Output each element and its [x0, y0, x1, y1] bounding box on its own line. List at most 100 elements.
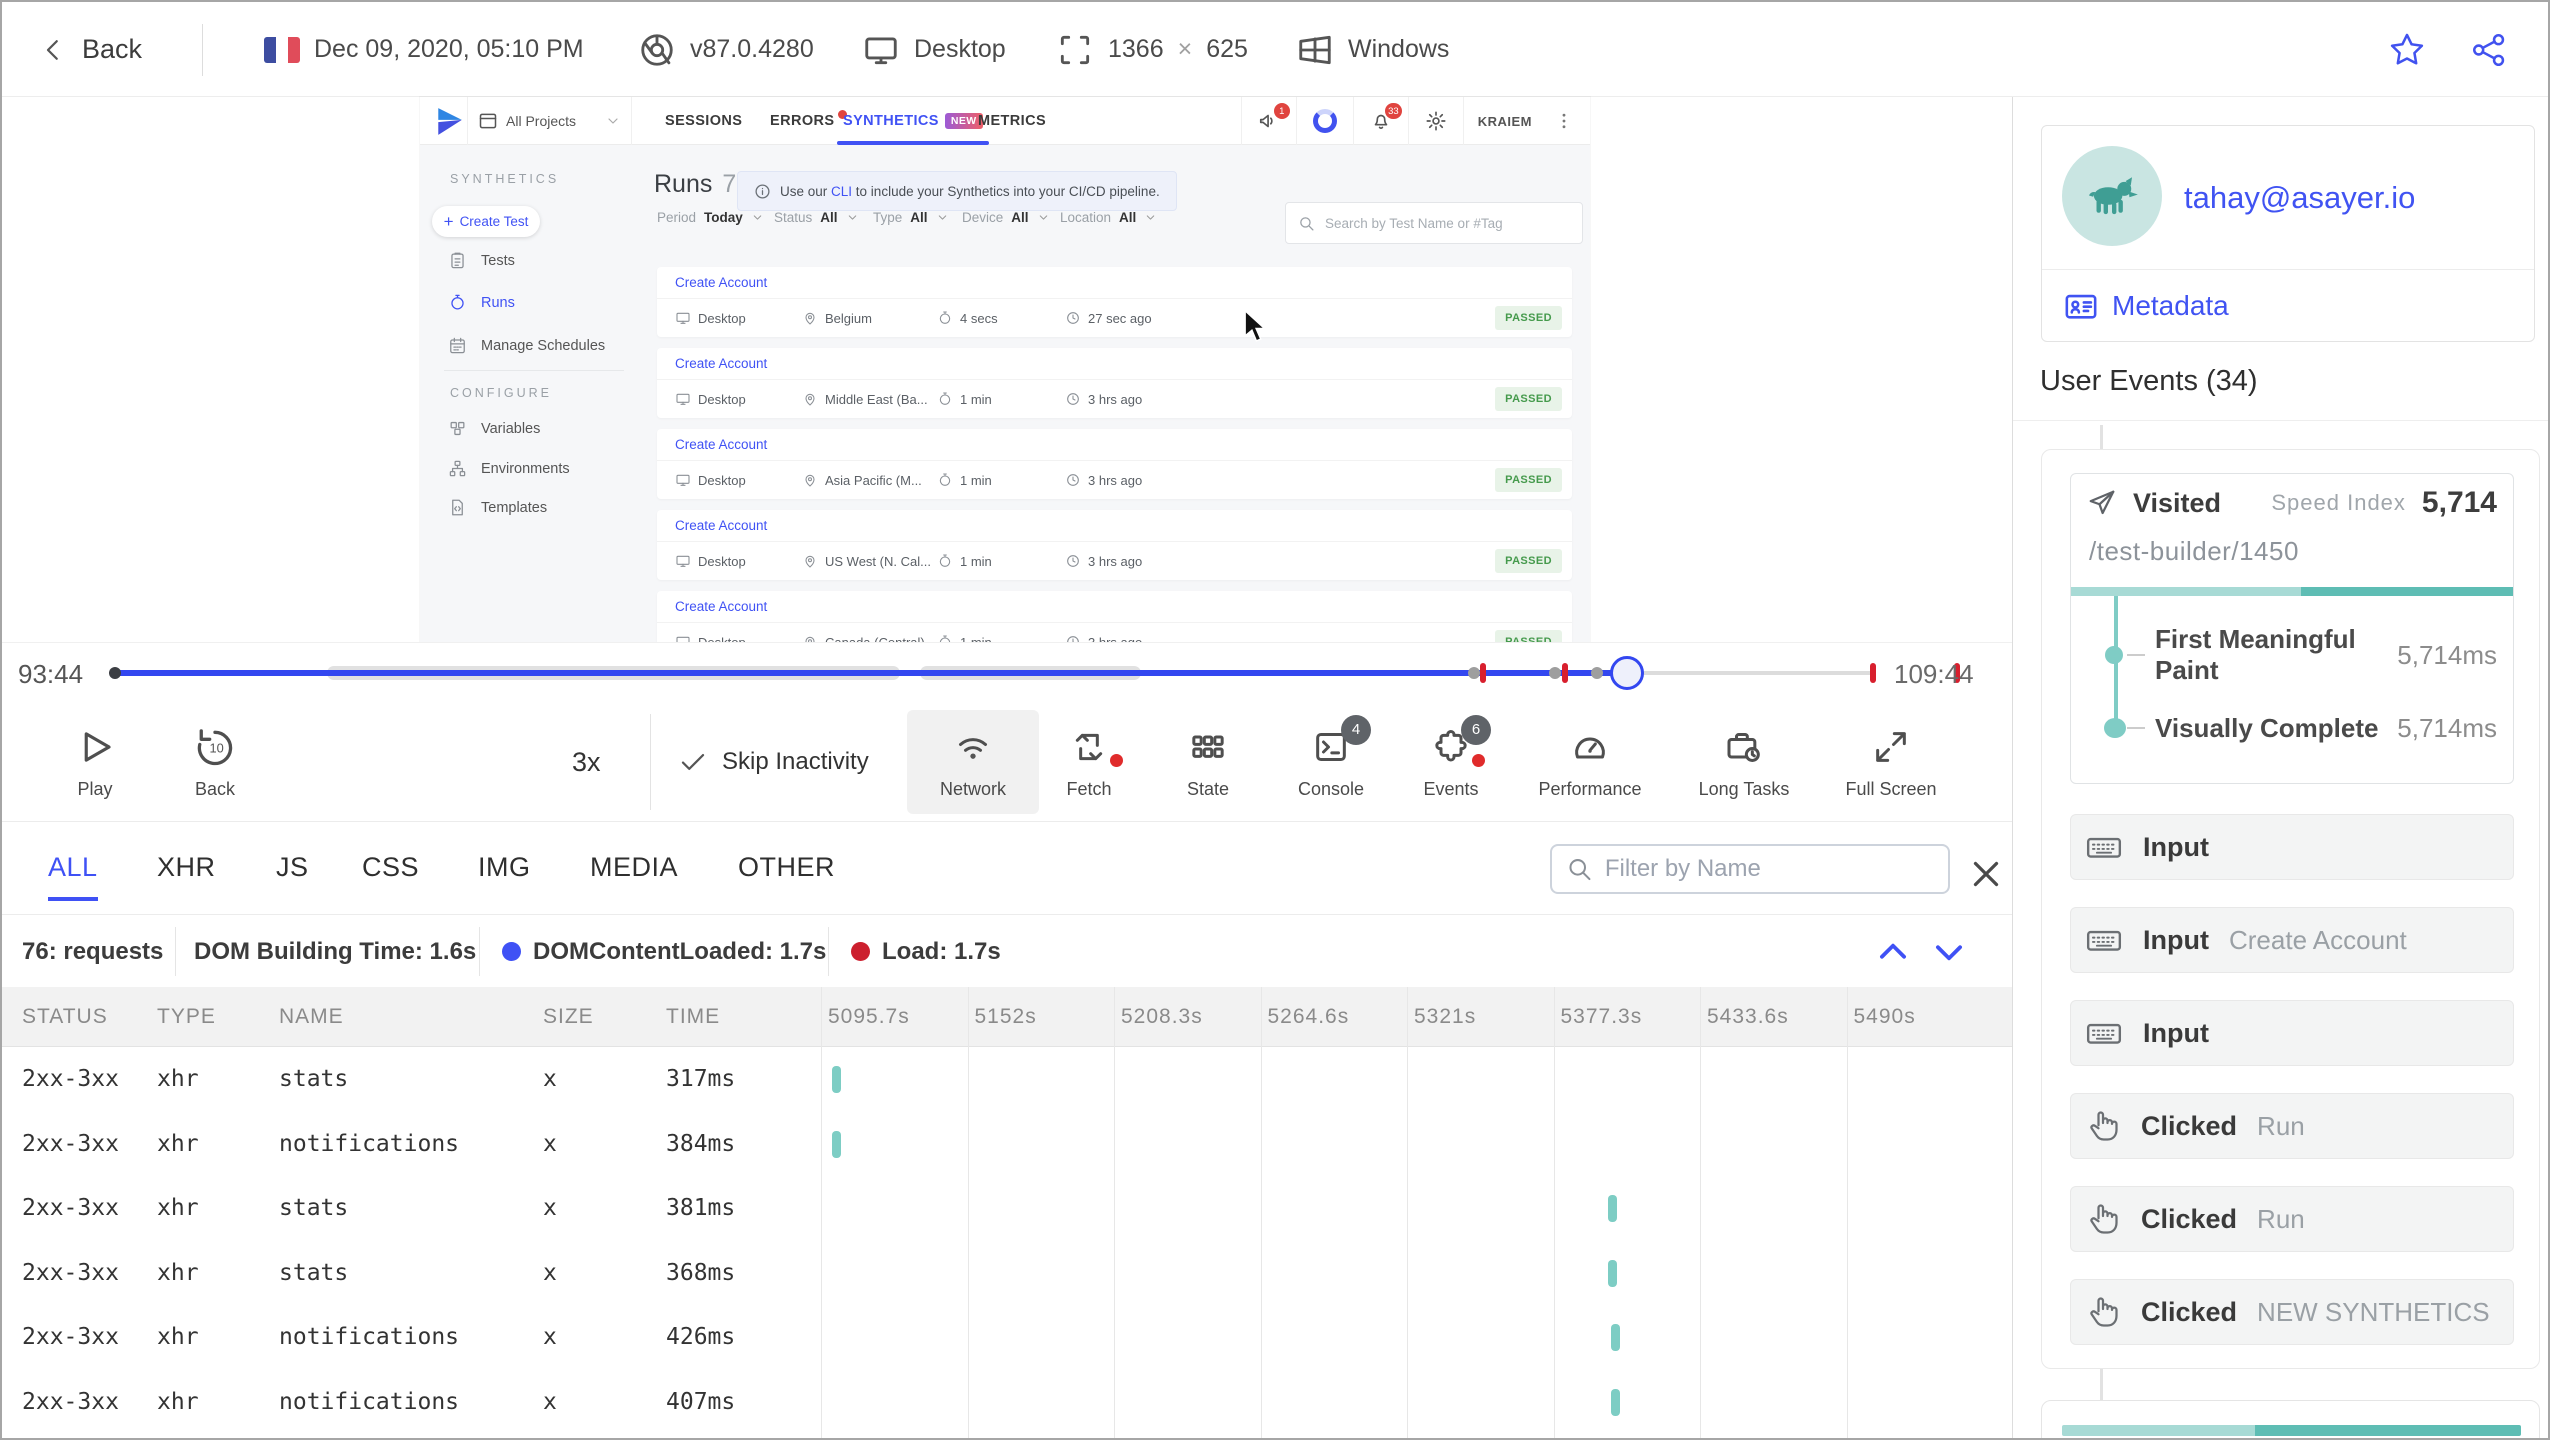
user-events-title: User Events (34)	[2040, 365, 2258, 397]
share-button[interactable]	[2470, 2, 2508, 97]
replay-stage: All Projects SESSIONS ERRORS SYNTHETICS N…	[2, 97, 2012, 642]
playhead-handle[interactable]	[1609, 656, 1644, 690]
event-marker[interactable]	[1590, 667, 1603, 679]
current-time: 93:44	[18, 659, 84, 689]
user-event-row[interactable]: Clicked NEW SYNTHETICS	[2070, 1279, 2514, 1345]
notifications-button: 33	[1352, 97, 1408, 145]
user-event-row[interactable]: Input	[2070, 814, 2514, 880]
events-panel-button[interactable]: 6 Events	[1371, 710, 1531, 814]
user-event-row[interactable]: Clicked Run	[2070, 1093, 2514, 1159]
click-hand-icon	[2090, 1204, 2118, 1234]
fetch-icon	[1075, 733, 1103, 760]
metric-fmp: First Meaningful Paint 5,714ms	[2155, 624, 2497, 685]
event-type: Clicked	[2141, 1296, 2238, 1327]
network-row[interactable]: 2xx-3xx xhr stats x 368ms	[2, 1241, 2012, 1306]
network-tab-js[interactable]: JS	[276, 852, 309, 897]
timeline: 93:44 109:44	[2, 642, 2012, 702]
network-tab-img[interactable]: IMG	[478, 852, 531, 897]
network-tab-xhr[interactable]: XHR	[157, 852, 216, 897]
session-datetime: Dec 09, 2020, 05:10 PM	[314, 35, 584, 63]
clock-icon	[1067, 393, 1079, 405]
device-info: Desktop	[862, 2, 1006, 97]
event-type: Input	[2143, 831, 2209, 862]
error-marker[interactable]	[1479, 663, 1486, 683]
stopwatch-icon	[939, 392, 951, 405]
network-tab-css[interactable]: CSS	[362, 852, 419, 897]
error-marker[interactable]	[1562, 663, 1569, 683]
jump-next-button[interactable]	[1930, 933, 1968, 976]
app-tab-errors: ERRORS	[770, 97, 848, 145]
event-marker[interactable]	[1548, 667, 1561, 679]
calendar-icon	[450, 337, 465, 354]
visited-event-card[interactable]: Visited Speed Index 5,714 /test-builder/…	[2070, 473, 2514, 784]
star-icon	[2390, 33, 2424, 65]
monitor-icon	[676, 393, 690, 405]
favorite-button[interactable]	[2388, 2, 2426, 97]
network-filter-input[interactable]	[1550, 844, 1950, 894]
long-tasks-panel-button[interactable]: Long Tasks	[1664, 710, 1824, 814]
load-dot-icon	[851, 942, 870, 961]
sidebar-divider	[444, 370, 624, 371]
network-row[interactable]: 2xx-3xx xhr stats x 381ms	[2, 1176, 2012, 1241]
event-detail: Run	[2257, 1203, 2305, 1234]
sidebar-item-variables: Variables	[448, 419, 540, 438]
jump-previous-button[interactable]	[1874, 933, 1912, 976]
dom-building-time: DOM Building Time: 1.6s	[194, 937, 477, 965]
metadata-button[interactable]: Metadata	[2064, 289, 2229, 323]
user-event-row[interactable]: Clicked Run	[2070, 1186, 2514, 1252]
click-hand-icon	[2090, 1111, 2118, 1141]
network-row[interactable]: 2xx-3xx xhr notifications x 384ms	[2, 1112, 2012, 1177]
run-location: Middle East (Ba...	[825, 391, 928, 407]
waterfall-bar	[1608, 1259, 1617, 1287]
time-tick: 5433.6s	[1707, 1005, 1789, 1028]
row-status: 2xx-3xx	[22, 1066, 119, 1093]
run-device: Desktop	[698, 472, 746, 488]
viewport-x: ×	[1177, 35, 1193, 63]
speed-index-value: 5,714	[2421, 486, 2497, 519]
keyboard-icon	[2086, 930, 2122, 951]
keyboard-icon	[2086, 837, 2122, 858]
search-icon	[1300, 216, 1314, 231]
network-row[interactable]: 2xx-3xx xhr stats x 317ms	[2, 1047, 2012, 1112]
app-tab-metrics: METRICS	[978, 113, 1047, 129]
divider	[2013, 420, 2548, 421]
run-duration: 4 secs	[960, 310, 998, 326]
error-marker[interactable]	[1870, 663, 1876, 683]
row-status: 2xx-3xx	[22, 1388, 119, 1415]
sidebar-item-environments: Environments	[448, 459, 570, 478]
map-pin-icon	[805, 312, 815, 325]
col-status: STATUS	[22, 1005, 108, 1028]
col-time: TIME	[666, 1005, 721, 1028]
time-tick: 5264.6s	[1267, 1005, 1350, 1028]
event-marker[interactable]	[1467, 667, 1480, 679]
user-event-row[interactable]: Input	[2070, 1000, 2514, 1066]
run-ago: 3 hrs ago	[1088, 391, 1143, 407]
row-type: xhr	[157, 1130, 199, 1157]
network-row[interactable]: 2xx-3xx xhr notifications x 407ms	[2, 1370, 2012, 1435]
row-size: x	[543, 1259, 557, 1286]
performance-panel-button[interactable]: Performance	[1510, 710, 1670, 814]
play-icon	[84, 731, 111, 762]
user-event-row[interactable]: Input Create Account	[2070, 907, 2514, 973]
player-controls: Play 10 Back 3x Skip Inactivity Network …	[2, 702, 2012, 822]
network-tab-all[interactable]: ALL	[48, 852, 98, 901]
gauge-icon	[1575, 737, 1605, 758]
playback-speed-button[interactable]: 3x	[572, 702, 601, 822]
next-event-card-partial[interactable]	[2041, 1400, 2540, 1438]
france-flag-icon	[264, 36, 300, 63]
user-email-link[interactable]: tahay@asayer.io	[2184, 180, 2415, 216]
back-10s-button[interactable]: 10 Back	[155, 710, 275, 814]
device-label: Desktop	[914, 35, 1006, 63]
network-tab-media[interactable]: MEDIA	[590, 852, 678, 897]
timeline-track[interactable]	[109, 643, 1961, 703]
fullscreen-button[interactable]: Full Screen	[1811, 710, 1971, 814]
waterfall-bar	[1611, 1324, 1620, 1351]
filter-by-name-input[interactable]	[1604, 855, 1934, 883]
network-tab-other[interactable]: OTHER	[738, 852, 835, 897]
skip-inactivity-toggle[interactable]: Skip Inactivity	[678, 702, 869, 822]
network-row[interactable]: 2xx-3xx xhr notifications x 426ms	[2, 1305, 2012, 1370]
back-button[interactable]: Back	[38, 2, 142, 97]
close-network-panel-button[interactable]	[1968, 856, 2004, 897]
top-bar: Back Dec 09, 2020, 05:10 PM v87.0.4280 D…	[2, 2, 2548, 97]
play-button[interactable]: Play	[35, 710, 155, 814]
